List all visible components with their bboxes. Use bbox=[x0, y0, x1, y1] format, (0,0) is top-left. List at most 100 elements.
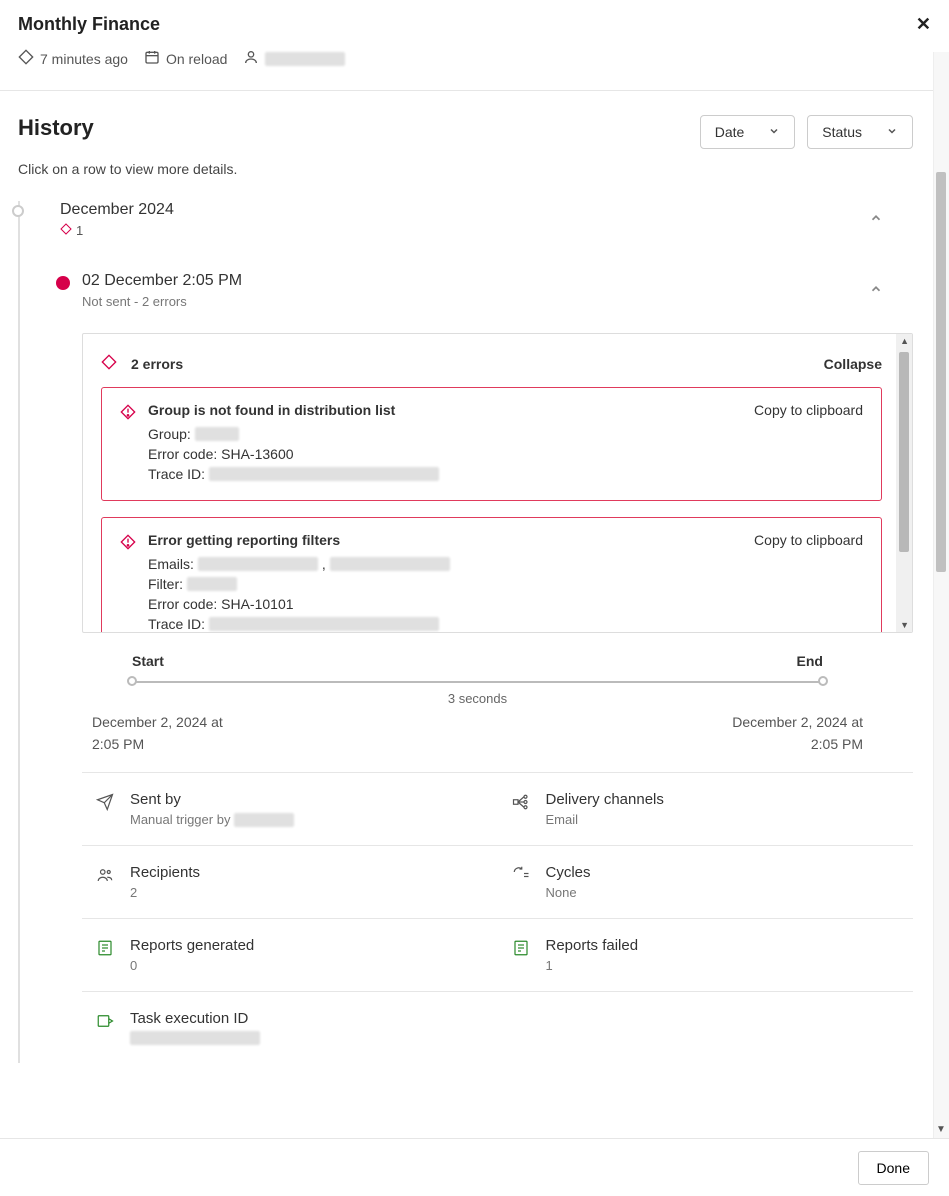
error-item: Error getting reporting filters Emails: … bbox=[101, 517, 882, 632]
cycles-stat: Cycles None bbox=[498, 864, 914, 900]
delivery-channels-stat: Delivery channels Email bbox=[498, 791, 914, 827]
time-ago: 7 minutes ago bbox=[18, 49, 128, 68]
send-icon bbox=[96, 791, 116, 827]
date-dropdown[interactable]: Date bbox=[700, 115, 796, 149]
start-label: Start bbox=[132, 653, 164, 669]
scroll-down-arrow[interactable]: ▼ bbox=[935, 1124, 947, 1136]
owner-name-redacted bbox=[265, 52, 345, 66]
end-label: End bbox=[797, 653, 823, 669]
close-button[interactable]: ✕ bbox=[916, 14, 931, 35]
errors-count-label: 2 errors bbox=[131, 356, 183, 372]
delivery-channels-value: Email bbox=[546, 812, 664, 827]
error-traceid-label: Trace ID: bbox=[148, 466, 205, 482]
cycles-value: None bbox=[546, 885, 591, 900]
error-code: Error code: SHA-10101 bbox=[148, 596, 742, 612]
cycles-label: Cycles bbox=[546, 864, 591, 881]
reports-generated-value: 0 bbox=[130, 958, 254, 973]
start-dot bbox=[127, 676, 137, 686]
collapse-errors-link[interactable]: Collapse bbox=[824, 356, 882, 372]
error-diamond-icon bbox=[120, 532, 136, 553]
end-dot bbox=[818, 676, 828, 686]
chevron-down-icon bbox=[886, 124, 898, 140]
date-dropdown-label: Date bbox=[715, 124, 745, 140]
start-time: 2:05 PM bbox=[92, 736, 272, 752]
scroll-down-arrow[interactable]: ▼ bbox=[900, 620, 909, 630]
recipients-value: 2 bbox=[130, 885, 200, 900]
error-email-value-redacted bbox=[198, 557, 318, 571]
scroll-up-arrow[interactable]: ▲ bbox=[900, 336, 909, 346]
sent-by-stat: Sent by Manual trigger by bbox=[82, 791, 498, 827]
diamond-icon bbox=[18, 49, 34, 68]
month-dot bbox=[12, 205, 24, 217]
time-ago-text: 7 minutes ago bbox=[40, 51, 128, 67]
page-scrollbar[interactable] bbox=[933, 52, 949, 1138]
report-ok-icon bbox=[96, 937, 116, 973]
history-heading: History bbox=[18, 115, 94, 141]
run-collapse-toggle[interactable] bbox=[869, 282, 883, 299]
error-diamond-icon bbox=[101, 354, 117, 373]
reports-generated-label: Reports generated bbox=[130, 937, 254, 954]
month-collapse-toggle[interactable] bbox=[869, 211, 883, 228]
task-execution-id-stat: Task execution ID bbox=[82, 1010, 498, 1045]
run-timestamp[interactable]: 02 December 2:05 PM bbox=[82, 272, 242, 290]
copy-to-clipboard-link[interactable]: Copy to clipboard bbox=[754, 532, 863, 548]
error-filter-label: Filter: bbox=[148, 576, 183, 592]
reports-failed-stat: Reports failed 1 bbox=[498, 937, 914, 973]
month-group-label[interactable]: December 2024 bbox=[34, 201, 174, 219]
error-group-value-redacted bbox=[195, 427, 239, 441]
end-time: 2:05 PM bbox=[683, 736, 863, 752]
delivery-channels-label: Delivery channels bbox=[546, 791, 664, 808]
error-item: Group is not found in distribution list … bbox=[101, 387, 882, 501]
page-scrollbar-thumb[interactable] bbox=[936, 172, 946, 572]
owner-indicator bbox=[243, 49, 345, 68]
duration-track bbox=[132, 681, 823, 683]
recipients-label: Recipients bbox=[130, 864, 200, 881]
done-button[interactable]: Done bbox=[858, 1151, 929, 1185]
person-icon bbox=[243, 49, 259, 68]
recipients-stat: Recipients 2 bbox=[82, 864, 498, 900]
error-title: Error getting reporting filters bbox=[148, 532, 742, 548]
reports-failed-value: 1 bbox=[546, 958, 639, 973]
reports-failed-label: Reports failed bbox=[546, 937, 639, 954]
error-email-value-redacted bbox=[330, 557, 450, 571]
error-diamond-icon bbox=[60, 223, 72, 238]
run-status-text: Not sent - 2 errors bbox=[82, 294, 242, 309]
page-title: Monthly Finance bbox=[18, 14, 160, 35]
errors-scrollbar-thumb[interactable] bbox=[899, 352, 909, 552]
task-id-icon bbox=[96, 1010, 116, 1045]
reports-generated-stat: Reports generated 0 bbox=[82, 937, 498, 973]
run-details-card: 2 errors Collapse Group is not found in … bbox=[82, 333, 913, 633]
status-dropdown[interactable]: Status bbox=[807, 115, 913, 149]
sent-by-label: Sent by bbox=[130, 791, 294, 808]
channels-icon bbox=[512, 791, 532, 827]
error-traceid-value-redacted bbox=[209, 617, 439, 631]
error-group-label: Group: bbox=[148, 426, 191, 442]
history-subtitle: Click on a row to view more details. bbox=[18, 161, 913, 177]
task-execution-id-label: Task execution ID bbox=[130, 1010, 260, 1027]
calendar-icon bbox=[144, 49, 160, 68]
recipients-icon bbox=[96, 864, 116, 900]
end-date: December 2, 2024 at bbox=[683, 714, 863, 730]
chevron-down-icon bbox=[768, 124, 780, 140]
reload-text: On reload bbox=[166, 51, 227, 67]
error-traceid-value-redacted bbox=[209, 467, 439, 481]
sent-by-user-redacted bbox=[234, 813, 294, 827]
month-error-count: 1 bbox=[76, 223, 83, 238]
month-text: December 2024 bbox=[60, 201, 174, 218]
report-fail-icon bbox=[512, 937, 532, 973]
sent-by-prefix: Manual trigger by bbox=[130, 812, 230, 827]
reload-indicator: On reload bbox=[144, 49, 227, 68]
errors-scrollbar[interactable]: ▲ ▼ bbox=[896, 334, 912, 632]
copy-to-clipboard-link[interactable]: Copy to clipboard bbox=[754, 402, 863, 418]
error-filter-value-redacted bbox=[187, 577, 237, 591]
error-emails-label: Emails: bbox=[148, 556, 194, 572]
error-traceid-label: Trace ID: bbox=[148, 616, 205, 632]
status-dropdown-label: Status bbox=[822, 124, 862, 140]
error-code: Error code: SHA-13600 bbox=[148, 446, 742, 462]
run-status-dot bbox=[56, 276, 70, 290]
start-date: December 2, 2024 at bbox=[92, 714, 272, 730]
duration-section: Start End 3 seconds December 2, 2024 at … bbox=[82, 653, 873, 752]
error-diamond-icon bbox=[120, 402, 136, 423]
duration-text: 3 seconds bbox=[102, 691, 853, 706]
task-id-value-redacted bbox=[130, 1031, 260, 1045]
